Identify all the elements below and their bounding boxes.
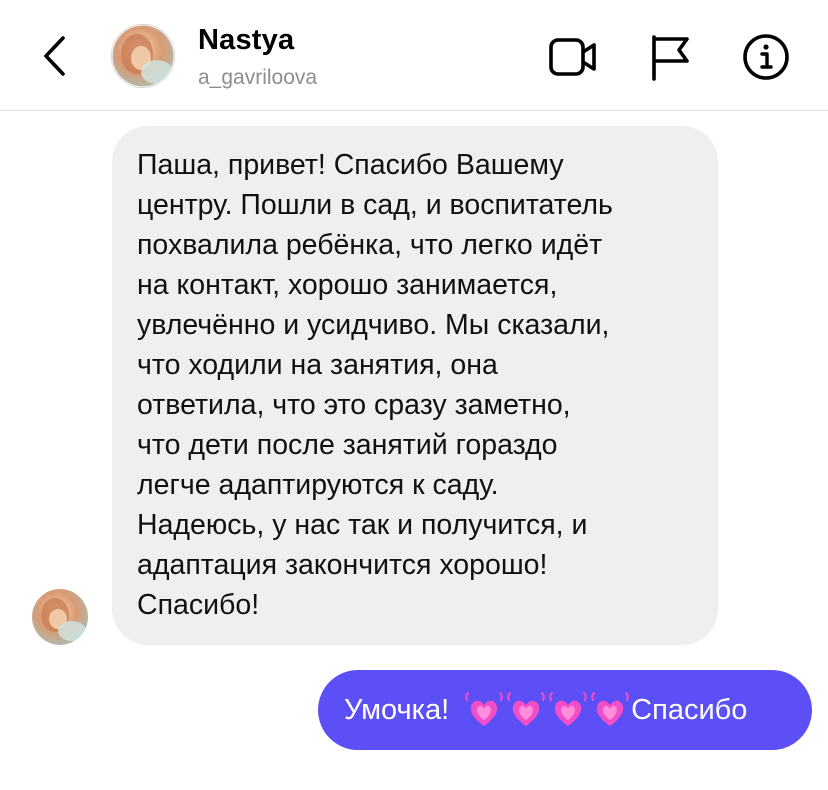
beating-heart-emoji xyxy=(465,690,503,730)
info-icon[interactable] xyxy=(741,32,793,84)
incoming-message-text: Паша, привет! Спасибо Вашему центру. Пош… xyxy=(137,149,613,621)
beating-heart-emoji xyxy=(507,690,545,730)
video-call-icon[interactable] xyxy=(548,32,600,84)
chat-header: Nastya a_gavriloova xyxy=(0,0,828,111)
contact-avatar[interactable] xyxy=(111,24,175,88)
back-chevron-icon[interactable] xyxy=(36,32,76,80)
contact-username: a_gavriloova xyxy=(198,66,318,89)
sender-avatar[interactable] xyxy=(32,589,88,645)
report-flag-icon[interactable] xyxy=(645,32,697,84)
outgoing-text-after: Спасибо xyxy=(631,693,748,726)
incoming-message-bubble[interactable]: Паша, привет! Спасибо Вашему центру. Пош… xyxy=(112,126,718,645)
beating-heart-emoji xyxy=(591,690,629,730)
outgoing-message-bubble[interactable]: Умочка! Спасибо xyxy=(318,670,812,750)
outgoing-text-before: Умочка! xyxy=(344,693,450,726)
beating-heart-emoji xyxy=(549,690,587,730)
contact-name[interactable]: Nastya xyxy=(198,24,294,57)
